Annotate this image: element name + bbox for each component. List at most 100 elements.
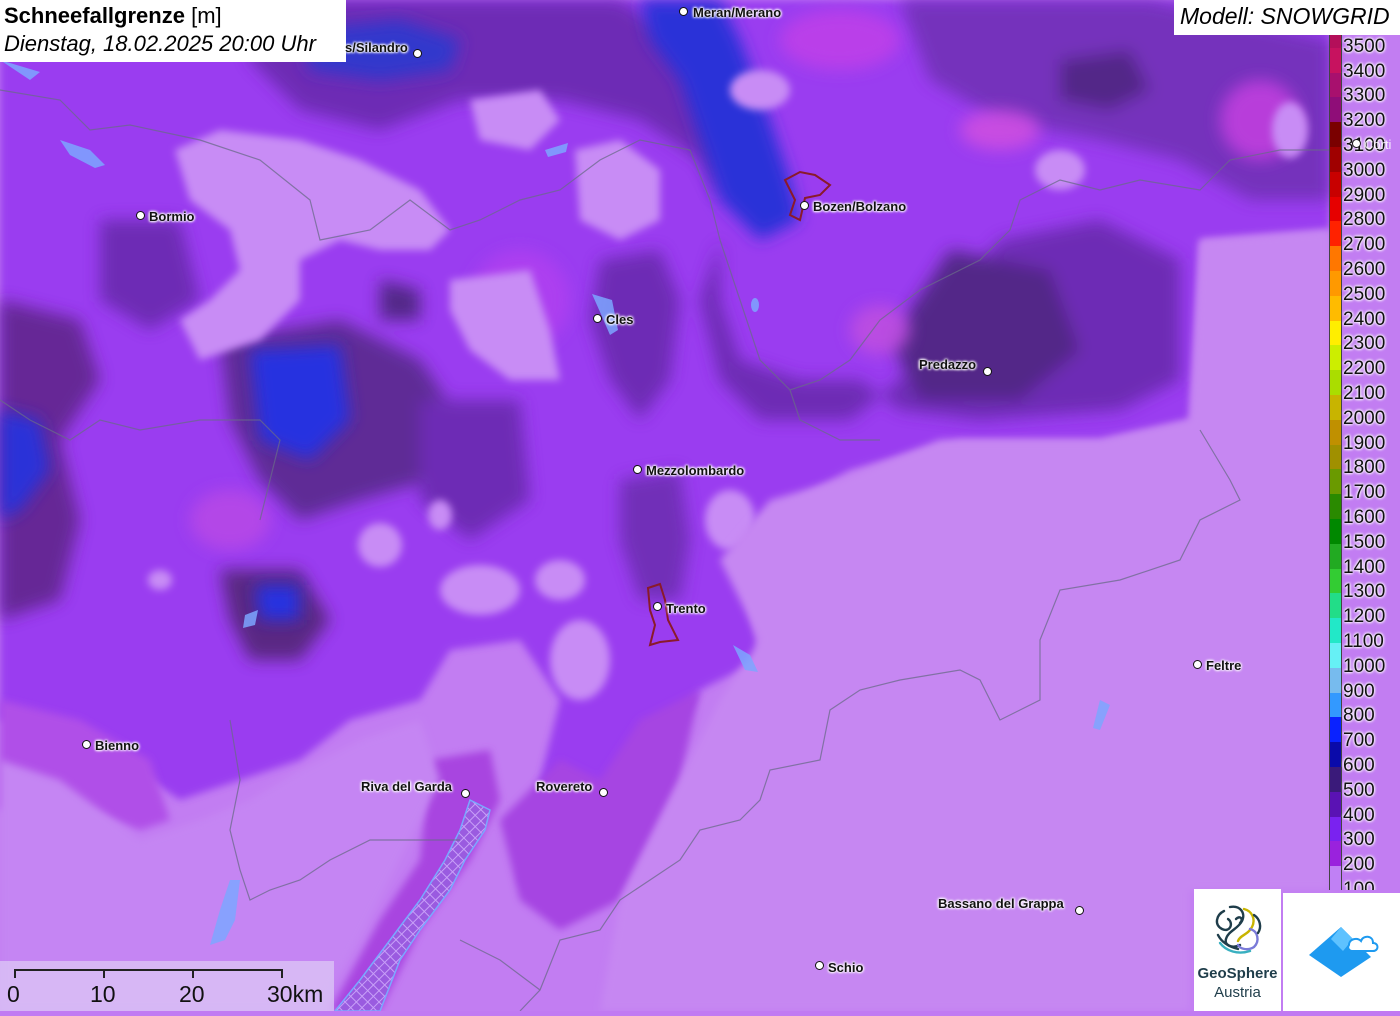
legend-swatch	[1329, 122, 1342, 147]
legend-swatch	[1329, 295, 1342, 321]
scale-label-20: 20	[179, 981, 205, 1007]
legend-swatch	[1329, 395, 1342, 420]
city-marker-icon[interactable]	[1193, 660, 1202, 669]
legend-item: 1800	[1328, 444, 1400, 478]
legend-item: 1300	[1328, 568, 1400, 602]
city-marker-icon[interactable]	[593, 314, 602, 323]
city-label: Feltre	[1206, 658, 1242, 673]
map-datetime: Dienstag, 18.02.2025 20:00 Uhr	[4, 31, 316, 56]
city-label: Schio	[828, 960, 864, 975]
legend-item: 1100	[1328, 618, 1400, 652]
legend-swatch	[1329, 816, 1342, 842]
legend-item: 100	[1328, 866, 1400, 890]
geosphere-sub: Austria	[1214, 984, 1261, 1001]
snow-cloud-diamond-icon	[1309, 927, 1379, 977]
model-label: Modell: SNOWGRID	[1174, 0, 1400, 35]
legend-item: 3500	[1328, 35, 1400, 57]
city-label: Rovereto	[536, 779, 593, 794]
city-marker-icon[interactable]	[1075, 906, 1084, 915]
legend-label: 100	[1343, 878, 1375, 890]
city-marker-icon[interactable]	[1352, 139, 1361, 148]
legend-swatch	[1329, 246, 1342, 271]
legend-swatch	[1329, 717, 1342, 743]
legend-item: 900	[1328, 667, 1400, 702]
legend-item: 1400	[1328, 543, 1400, 578]
legend-item: 300	[1328, 816, 1400, 850]
legend-swatch	[1329, 767, 1342, 792]
legend-swatch	[1329, 320, 1342, 346]
legend-swatch	[1329, 494, 1342, 519]
snowline-map[interactable]	[0, 0, 1400, 1011]
legend-item: 2200	[1328, 345, 1400, 379]
scale-tick	[192, 969, 194, 978]
legend-swatch	[1329, 221, 1342, 247]
legend-item: 3200	[1328, 97, 1400, 131]
legend-item: 800	[1328, 692, 1400, 726]
legend-swatch	[1329, 35, 1342, 48]
legend-swatch	[1329, 171, 1342, 197]
legend-item: 2100	[1328, 370, 1400, 404]
city-label: Predazzo	[919, 357, 977, 372]
scale-line	[14, 969, 283, 971]
legend-swatch	[1329, 271, 1342, 296]
legend-item: 2900	[1328, 171, 1400, 206]
scale-label-0: 0	[7, 981, 20, 1007]
title-unit: [m]	[191, 3, 222, 28]
legend-item: 1000	[1328, 643, 1400, 677]
city-marker-icon[interactable]	[633, 465, 642, 474]
city-label: Mezzolombardo	[646, 463, 745, 478]
geosphere-logo[interactable]: GeoSphere Austria	[1194, 889, 1281, 1011]
legend-item: 2700	[1328, 221, 1400, 255]
legend-swatch	[1329, 47, 1342, 73]
geosphere-emblem-icon	[1215, 905, 1262, 954]
city-marker-icon[interactable]	[800, 201, 809, 210]
legend-swatch	[1329, 147, 1342, 172]
scale-bar: 0 10 20 30km	[0, 961, 334, 1011]
city-label: Bassano del Grappa	[938, 896, 1064, 911]
map-title: Schneefallgrenze [m]	[4, 2, 346, 30]
scale-tick	[14, 969, 16, 978]
legend-swatch	[1329, 543, 1342, 569]
map-title-box: Schneefallgrenze [m] Dienstag, 18.02.202…	[0, 0, 346, 62]
city-marker-icon[interactable]	[983, 367, 992, 376]
city-marker-icon[interactable]	[413, 49, 422, 58]
legend-swatch	[1329, 593, 1342, 619]
legend-item: 3400	[1328, 47, 1400, 82]
legend-swatch	[1329, 618, 1342, 643]
city-marker-icon[interactable]	[136, 211, 145, 220]
legend-swatch	[1329, 791, 1342, 817]
legend-item: 2800	[1328, 196, 1400, 230]
city-marker-icon[interactable]	[461, 789, 470, 798]
legend-swatch	[1329, 419, 1342, 445]
legend-item: 400	[1328, 791, 1400, 826]
city-marker-icon[interactable]	[815, 961, 824, 970]
city-label: Corti	[1364, 137, 1392, 152]
legend-item: 2000	[1328, 395, 1400, 429]
legend-item: 1700	[1328, 469, 1400, 503]
legend-swatch	[1329, 97, 1342, 123]
legend-swatch	[1329, 866, 1342, 890]
city-marker-icon[interactable]	[82, 740, 91, 749]
legend-swatch	[1329, 841, 1342, 867]
city-marker-icon[interactable]	[599, 788, 608, 797]
legend-swatch	[1329, 469, 1342, 495]
scale-label-10: 10	[90, 981, 116, 1007]
legend-item: 600	[1328, 742, 1400, 776]
legend-swatch	[1329, 196, 1342, 222]
legend-item: 1600	[1328, 494, 1400, 528]
city-marker-icon[interactable]	[679, 7, 688, 16]
legend-swatch	[1329, 519, 1342, 544]
legend-item: 3300	[1328, 72, 1400, 106]
legend-swatch	[1329, 72, 1342, 98]
city-label: Cles	[606, 312, 634, 327]
legend-item: 1500	[1328, 519, 1400, 553]
legend-item: 700	[1328, 717, 1400, 751]
legend-swatch	[1329, 667, 1342, 693]
legend-swatch	[1329, 643, 1342, 668]
scale-tick	[281, 969, 283, 978]
legend-item: 2500	[1328, 271, 1400, 305]
legend-item: 2300	[1328, 320, 1400, 354]
app-logo[interactable]	[1283, 893, 1400, 1011]
city-marker-icon[interactable]	[653, 602, 662, 611]
legend-swatch	[1329, 692, 1342, 718]
